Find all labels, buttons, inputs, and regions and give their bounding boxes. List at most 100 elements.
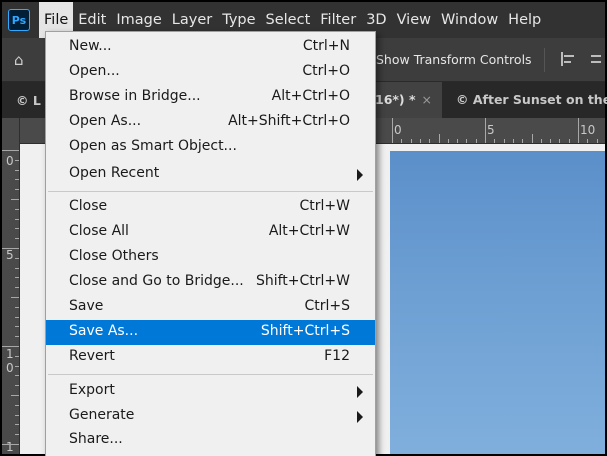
menu-item-label: Close and Go to Bridge... <box>69 273 244 289</box>
ruler-tick <box>447 139 449 143</box>
ruler-tick <box>15 208 19 210</box>
menu-item-label: Browse in Bridge... <box>69 88 201 104</box>
ruler-tick <box>15 424 19 426</box>
menu-item-open-recent[interactable]: Open Recent <box>46 162 375 187</box>
submenu-arrow-icon <box>357 386 363 398</box>
menu-item-close-all[interactable]: Close All Alt+Ctrl+W <box>46 220 375 245</box>
document-tab-after-sunset[interactable]: © After Sunset on the <box>456 92 607 107</box>
ruler-tick <box>15 316 19 318</box>
ruler-tick <box>15 287 19 289</box>
submenu-arrow-icon <box>357 411 363 423</box>
ruler-label-v0: 0 <box>6 154 14 168</box>
ruler-tick <box>15 169 19 171</box>
ruler-tick <box>11 297 19 298</box>
ruler-tick <box>550 139 552 143</box>
menu-item-shortcut: Ctrl+O <box>302 63 350 79</box>
ruler-tick <box>15 375 19 377</box>
show-transform-controls-checkbox[interactable]: Show Transform Controls <box>376 52 532 67</box>
menu-item-label: Open As... <box>69 113 142 129</box>
ruler-label-v15: 1 <box>6 440 14 454</box>
ruler-tick <box>15 257 19 259</box>
ruler-tick <box>15 365 19 367</box>
menu-separator <box>48 191 373 192</box>
ruler-tick <box>15 306 19 308</box>
menu-item-close[interactable]: Close Ctrl+W <box>46 195 375 220</box>
ruler-tick <box>11 199 19 200</box>
ruler-tick <box>475 139 477 143</box>
ruler-tick <box>522 139 524 143</box>
menu-item-label: New... <box>69 38 112 54</box>
document-tab-active[interactable]: 16*) * × <box>372 82 442 118</box>
ruler-tick <box>2 150 19 151</box>
menu-item-label: Save As... <box>69 323 139 339</box>
ruler-tick <box>596 139 598 143</box>
document-tab-1[interactable]: © L <box>16 93 41 108</box>
menu-item-close-others[interactable]: Close Others <box>46 245 375 270</box>
ruler-label-5: 5 <box>487 123 495 137</box>
ruler-label-v5: 5 <box>6 248 14 262</box>
ruler-tick <box>392 118 393 143</box>
ruler-tick <box>2 248 19 249</box>
menu-item-shortcut: Alt+Ctrl+O <box>271 88 350 104</box>
menu-item-label: Open Recent <box>69 165 160 181</box>
menu-item-label: Generate <box>69 407 135 423</box>
ruler-tick <box>485 118 486 143</box>
menu-item-browse-in-bridge[interactable]: Browse in Bridge... Alt+Ctrl+O <box>46 85 375 110</box>
menu-view[interactable]: View <box>392 2 436 38</box>
menu-help[interactable]: Help <box>503 2 546 38</box>
menu-item-shortcut: Ctrl+N <box>302 38 350 54</box>
menu-item-label: Open... <box>69 63 120 79</box>
ruler-tick <box>15 404 19 406</box>
home-icon[interactable]: ⌂ <box>14 52 30 68</box>
ruler-tick <box>540 139 542 143</box>
ruler-tick <box>559 139 561 143</box>
menu-item-revert[interactable]: Revert F12 <box>46 345 375 370</box>
vertical-ruler[interactable]: 0 5 1 0 1 <box>2 118 20 454</box>
menu-item-close-and-go-to-bridge[interactable]: Close and Go to Bridge... Shift+Ctrl+W <box>46 270 375 295</box>
ruler-tick <box>429 139 431 143</box>
options-divider <box>544 48 545 72</box>
ruler-label-v10a: 1 <box>6 347 14 361</box>
document-image[interactable] <box>390 151 605 454</box>
ruler-label-0: 0 <box>394 123 402 137</box>
ruler-tick <box>15 414 19 416</box>
photoshop-logo-icon: Ps <box>8 9 30 31</box>
menu-item-shortcut: F12 <box>324 348 350 364</box>
menu-item-open-as[interactable]: Open As... Alt+Shift+Ctrl+O <box>46 110 375 135</box>
ruler-tick <box>15 228 19 230</box>
menu-window[interactable]: Window <box>436 2 503 38</box>
ruler-tick <box>15 189 19 191</box>
ruler-tick <box>15 434 19 436</box>
menu-item-open[interactable]: Open... Ctrl+O <box>46 60 375 85</box>
ruler-tick <box>587 139 589 143</box>
menu-item-export[interactable]: Export <box>46 379 375 404</box>
menu-separator <box>48 374 373 375</box>
close-tab-icon[interactable]: × <box>422 92 432 107</box>
align-left-edges-icon[interactable] <box>561 52 575 66</box>
ruler-tick <box>2 346 19 347</box>
menu-item-shortcut: Ctrl+S <box>304 298 350 314</box>
ruler-tick <box>419 139 421 143</box>
menu-item-label: Export <box>69 382 115 398</box>
menu-item-new[interactable]: New... Ctrl+N <box>46 35 375 60</box>
ruler-tick <box>401 139 403 143</box>
ruler-tick <box>512 139 514 143</box>
menu-item-save[interactable]: Save Ctrl+S <box>46 295 375 320</box>
menu-item-label: Close <box>69 198 108 214</box>
menu-item-label: Share... <box>69 431 123 447</box>
ruler-tick <box>15 159 19 161</box>
ruler-label-10: 10 <box>580 123 596 137</box>
ruler-tick <box>494 139 496 143</box>
menu-item-shortcut: Shift+Ctrl+W <box>255 273 350 289</box>
menu-item-share[interactable]: Share... <box>46 428 375 453</box>
ruler-tick <box>15 218 19 220</box>
ruler-tick <box>531 134 533 143</box>
ruler-tick <box>578 118 579 143</box>
menu-item-generate[interactable]: Generate <box>46 404 375 429</box>
document-tab-active-label: 16*) * <box>375 92 416 107</box>
align-center-icon[interactable] <box>591 52 603 66</box>
ruler-tick <box>15 385 19 387</box>
menu-item-label: Save <box>69 298 104 314</box>
menu-item-open-as-smart-object[interactable]: Open as Smart Object... <box>46 135 375 160</box>
menu-item-save-as[interactable]: Save As... Shift+Ctrl+S <box>46 320 375 345</box>
